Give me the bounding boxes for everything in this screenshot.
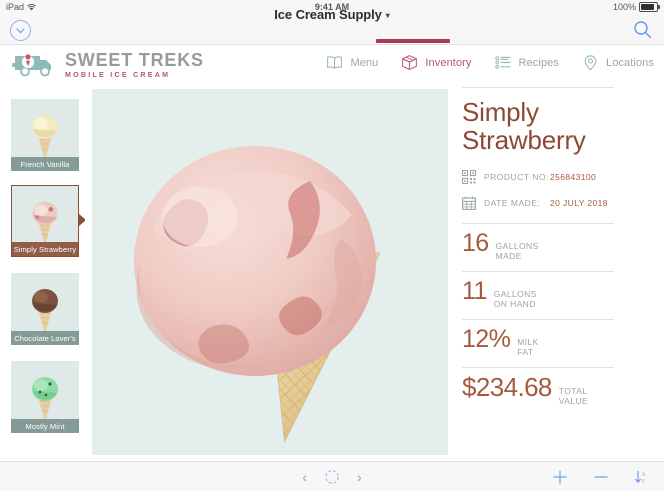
chevron-left-icon[interactable]: ‹: [302, 469, 307, 485]
stat-label-line1: GALLONS: [495, 241, 539, 251]
stat-label-line1: TOTAL: [558, 386, 588, 396]
brand-text: SWEET TREKS MOBILE ICE CREAM: [65, 51, 204, 79]
nav-item-menu[interactable]: Menu: [325, 53, 378, 72]
selection-pointer-icon: [78, 213, 85, 227]
stat-value: 16: [462, 229, 489, 257]
sidebar-item-label: Simply Strawberry: [12, 242, 78, 256]
stat-total-value: $234.68 TOTAL VALUE: [462, 368, 652, 416]
search-icon[interactable]: [633, 20, 652, 39]
sidebar-item-label: French Vanilla: [11, 157, 79, 171]
record-circle-icon[interactable]: [324, 469, 340, 485]
sort-az-icon[interactable]: a z: [634, 469, 650, 485]
calendar-icon: [462, 196, 476, 210]
meta-label: PRODUCT NO:: [484, 172, 549, 182]
page-title-text: Ice Cream Supply: [274, 7, 382, 22]
minus-icon[interactable]: [593, 469, 609, 485]
brand-logo[interactable]: SWEET TREKS MOBILE ICE CREAM: [12, 50, 204, 80]
home-indicator-area: [0, 491, 664, 502]
qr-code-icon: [461, 169, 477, 185]
stat-value: 11: [462, 277, 487, 305]
nav-item-inventory[interactable]: Inventory: [400, 53, 471, 72]
stat-label-line1: MILK: [517, 337, 539, 347]
nav-label-inventory: Inventory: [425, 56, 472, 69]
flavor-sidebar[interactable]: French Vanilla Simply Strawberry Chocola…: [0, 87, 85, 461]
brand-tagline: MOBILE ICE CREAM: [65, 72, 171, 79]
product-detail-panel: Simply Strawberry PRODUCT NO: 256843100 …: [461, 87, 652, 461]
nav-label-recipes: Recipes: [518, 56, 559, 69]
stat-label-line2: FAT: [517, 347, 534, 357]
svg-text:z: z: [642, 479, 645, 485]
svg-text:a: a: [642, 472, 645, 478]
sidebar-item-mostly-mint[interactable]: Mostly Mint: [11, 361, 79, 433]
sidebar-item-french-vanilla[interactable]: French Vanilla: [11, 99, 79, 171]
product-stats: 16 GALLONS MADE 11 GALLONS ON HAND 12% M…: [462, 223, 652, 416]
stat-label-line2: MADE: [495, 251, 522, 261]
map-pin-icon: [581, 53, 600, 72]
main-content: French Vanilla Simply Strawberry Chocola…: [0, 87, 664, 461]
nav-item-locations[interactable]: Locations: [581, 53, 654, 72]
meta-row-date-made: DATE MADE: 20 JULY 2018: [462, 193, 652, 213]
sidebar-item-label: Mostly Mint: [11, 419, 79, 433]
stat-value: $234.68: [462, 372, 552, 402]
nav-label-menu: Menu: [350, 56, 379, 69]
stat-label: GALLONS ON HAND: [494, 289, 537, 309]
record-actions: a z: [552, 469, 650, 485]
product-meta: PRODUCT NO: 256843100 DATE MADE: 20 JULY…: [461, 167, 652, 213]
chevron-down-icon: ▾: [385, 11, 390, 20]
chevron-right-icon[interactable]: ›: [357, 469, 362, 485]
nav-item-recipes[interactable]: Recipes: [494, 53, 559, 72]
sidebar-item-label: Chocolate Lover's: [11, 331, 79, 345]
brand-name: SWEET TREKS: [65, 50, 204, 70]
box-icon: [400, 53, 419, 72]
stat-label-line2: ON HAND: [493, 299, 536, 309]
active-tab-indicator: [376, 39, 450, 43]
meta-value: 256843100: [550, 172, 597, 182]
stat-label: TOTAL VALUE: [559, 386, 588, 406]
stat-value: 12%: [462, 325, 511, 353]
stat-gallons-on-hand: 11 GALLONS ON HAND: [462, 272, 652, 319]
stat-label: GALLONS MADE: [496, 241, 539, 261]
plus-icon[interactable]: [552, 469, 568, 485]
bottom-toolbar: ‹ › a z: [0, 461, 664, 492]
stat-milk-fat: 12% MILK FAT: [462, 320, 652, 367]
app-window: iPad 9:41 AM 100% Ice Cream Supply ▾ SWE…: [0, 0, 664, 502]
meta-row-product-no: PRODUCT NO: 256843100: [461, 167, 652, 187]
meta-value: 20 JULY 2018: [550, 198, 608, 208]
main-nav: Menu Inventory Recipes Locations: [325, 53, 654, 72]
stat-gallons-made: 16 GALLONS MADE: [462, 224, 652, 271]
app-header: SWEET TREKS MOBILE ICE CREAM Menu Invent…: [0, 45, 664, 87]
product-name: Simply Strawberry: [462, 97, 586, 155]
ice-cream-truck-icon: [12, 50, 58, 80]
product-hero-image: [92, 89, 448, 455]
stat-label-line1: GALLONS: [493, 289, 537, 299]
page-title[interactable]: Ice Cream Supply ▾: [0, 7, 664, 22]
nav-label-locations: Locations: [606, 56, 654, 69]
list-icon: [494, 53, 513, 72]
meta-label: DATE MADE:: [484, 198, 541, 208]
stat-label: MILK FAT: [517, 337, 538, 357]
divider: [462, 87, 614, 88]
sidebar-item-chocolate-lovers[interactable]: Chocolate Lover's: [11, 273, 79, 345]
chevron-down-circle-icon[interactable]: [10, 20, 31, 41]
stat-label-line2: VALUE: [558, 396, 589, 406]
sidebar-item-simply-strawberry[interactable]: Simply Strawberry: [11, 185, 85, 257]
open-book-icon: [325, 53, 344, 72]
